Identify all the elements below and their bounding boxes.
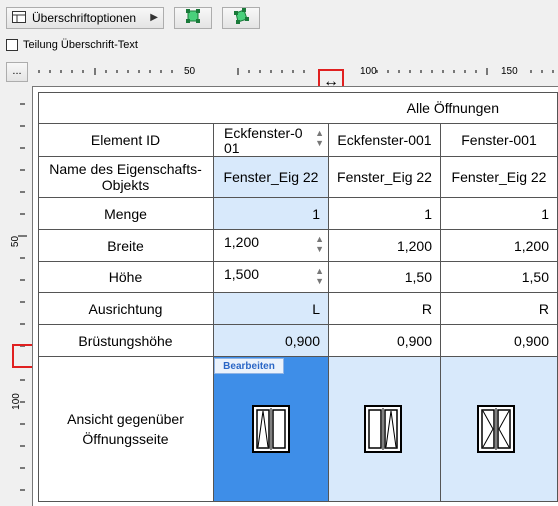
split-header-label: Teilung Überschrift-Text: [23, 39, 138, 51]
element-id-value-2: Eckfenster-001: [329, 124, 441, 157]
row-label-property-object: Name des Eigenschafts-Objekts: [38, 157, 214, 198]
header-options-label: Überschriftoptionen: [32, 11, 137, 25]
property-object-value-1[interactable]: Fenster_Eig 22: [214, 157, 329, 198]
height-value-2: 1,50: [329, 262, 441, 293]
quantity-value-1[interactable]: 1: [214, 198, 329, 230]
triangle-right-icon: ▶: [150, 12, 158, 23]
orientation-value-1[interactable]: L: [214, 293, 329, 325]
height-input[interactable]: 1,500 ▲ ▼: [214, 262, 329, 293]
row-label-sill-height: Brüstungshöhe: [38, 325, 214, 357]
row-label-width: Breite: [38, 230, 214, 262]
property-object-value-2: Fenster_Eig 22: [329, 157, 441, 198]
orientation-value-2: R: [329, 293, 441, 325]
edit-button[interactable]: Bearbeiten: [214, 358, 284, 374]
row-label-quantity: Menge: [38, 198, 214, 230]
corner-cell: [38, 92, 214, 124]
row-label-height: Höhe: [38, 262, 214, 293]
window-casement-right-icon: [364, 405, 402, 458]
table-header-icon: [12, 10, 26, 26]
width-value-2: 1,200: [329, 230, 441, 262]
ruler-label-150: 150: [501, 66, 518, 77]
sill-height-value-1[interactable]: 0,900: [214, 325, 329, 357]
window-double-casement-icon: [477, 405, 515, 458]
ruler-v-ticks: [18, 103, 27, 491]
window-casement-left-icon: [252, 405, 290, 458]
ruler-v-label-50: 50: [10, 235, 22, 248]
ruler-label-50: 50: [184, 66, 196, 77]
ruler-v-label-100: 100: [10, 393, 22, 410]
height-value-1: 1,500: [224, 266, 260, 282]
ruler-label-100: 100: [360, 66, 377, 77]
element-id-value-1: Eckfenster-001: [224, 125, 303, 156]
sill-height-value-3: 0,900: [441, 325, 558, 357]
select-frame-button[interactable]: [174, 7, 212, 29]
vertical-ruler: 50 100: [8, 90, 32, 506]
transform-frame-button[interactable]: [222, 7, 260, 29]
transform-frame-icon: [233, 7, 249, 29]
row-label-orientation: Ausrichtung: [38, 293, 214, 325]
row-label-element-id: Element ID: [38, 124, 214, 157]
horizontal-ruler: 50 100 150: [33, 62, 558, 86]
element-id-value-3: Fenster-001: [441, 124, 558, 157]
select-frame-icon: [185, 8, 201, 29]
width-value-3: 1,200: [441, 230, 558, 262]
sill-height-value-2: 0,900: [329, 325, 441, 357]
width-input[interactable]: 1,200 ▲ ▼: [214, 230, 329, 262]
quantity-value-2: 1: [329, 198, 441, 230]
element-id-input[interactable]: Eckfenster-001 ▲ ▼: [214, 124, 329, 157]
group-header-label: Alle Öffnungen: [406, 99, 499, 116]
stepper-icon[interactable]: ▲ ▼: [315, 128, 324, 148]
split-header-checkbox[interactable]: Teilung Überschrift-Text: [6, 39, 138, 51]
property-object-value-3: Fenster_Eig 22: [441, 157, 558, 198]
row-label-view: Ansicht gegenüber Öffnungsseite: [38, 357, 214, 502]
stepper-icon[interactable]: ▲ ▼: [315, 266, 324, 286]
header-options-dropdown[interactable]: Überschriftoptionen ▶: [6, 7, 164, 29]
height-value-3: 1,50: [441, 262, 558, 293]
more-button[interactable]: ...: [6, 62, 28, 82]
checkbox-box[interactable]: [6, 39, 18, 51]
width-value-1: 1,200: [224, 234, 260, 250]
ruler-ticks: [38, 68, 554, 75]
quantity-value-3: 1: [441, 198, 558, 230]
stepper-icon[interactable]: ▲ ▼: [315, 234, 324, 254]
orientation-value-3: R: [441, 293, 558, 325]
group-header: Alle Öffnungen: [214, 92, 558, 124]
